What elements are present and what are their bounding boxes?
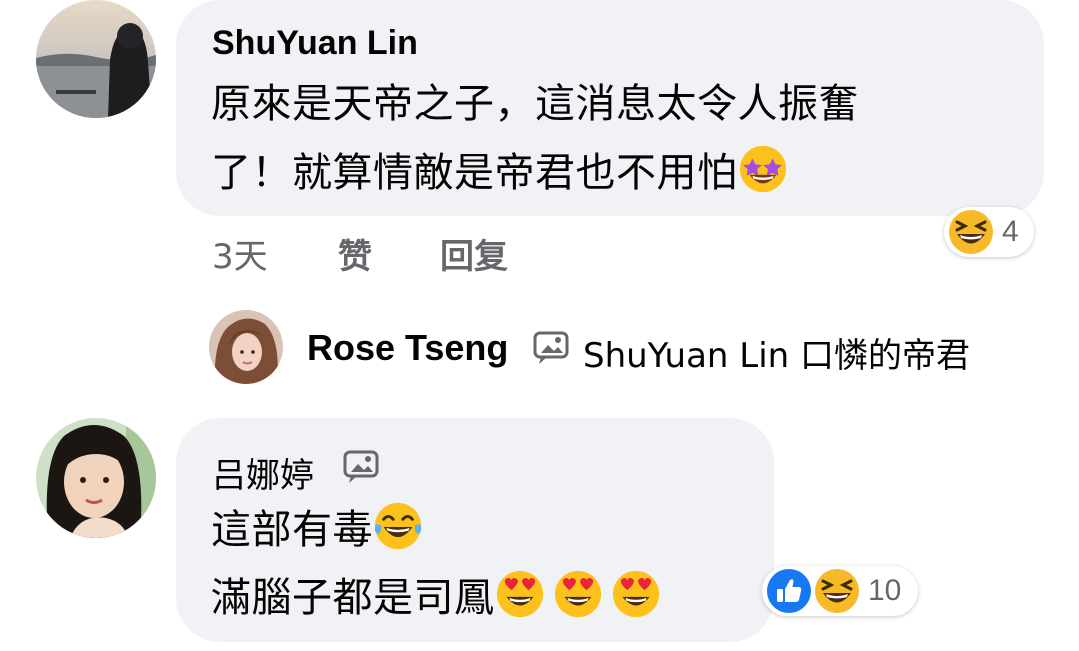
like-icon: [766, 568, 812, 614]
reply-preview-text[interactable]: ShuYuan Lin 口憐的帝君: [583, 328, 970, 377]
reply-button[interactable]: 回复: [440, 229, 508, 278]
comment-author[interactable]: 吕娜婷: [212, 448, 314, 497]
tears-of-joy-emoji: [373, 501, 423, 551]
comment-text-line: 滿腦子都是司鳳: [211, 568, 661, 628]
heart-eyes-emoji: [611, 569, 661, 619]
avatar-lu-nating[interactable]: [36, 418, 156, 538]
comment-text-line: 原來是天帝之子，這消息太令人振奮: [211, 74, 859, 134]
avatar-photo-rose: [209, 310, 283, 384]
reaction-count: 4: [1002, 215, 1019, 248]
reaction-summary[interactable]: 4: [944, 207, 1034, 257]
avatar-shuyuan-lin[interactable]: [36, 0, 156, 118]
reaction-count: 10: [868, 574, 902, 607]
heart-eyes-emoji: [495, 569, 545, 619]
laugh-emoji-icon: [948, 209, 994, 255]
heart-eyes-emoji: [553, 569, 603, 619]
laugh-emoji-icon: [814, 568, 860, 614]
photo-comment-icon: [533, 331, 571, 365]
comment-author[interactable]: ShuYuan Lin: [212, 24, 418, 63]
comment-text: 這部有毒: [211, 507, 373, 553]
reaction-summary[interactable]: 10: [762, 566, 918, 616]
comment-text: 了！就算情敵是帝君也不用怕: [211, 150, 738, 196]
comment-text: 滿腦子都是司鳳: [211, 575, 495, 621]
photo-comment-icon: [343, 450, 381, 484]
avatar-photo-girl: [36, 418, 156, 538]
star-struck-emoji: [738, 144, 788, 194]
comment-timestamp[interactable]: 3天: [212, 229, 268, 278]
avatar-photo-lake: [36, 0, 156, 118]
like-button[interactable]: 赞: [338, 229, 372, 278]
avatar-rose-tseng[interactable]: [209, 310, 283, 384]
comment-author-name: 吕娜婷: [212, 456, 314, 496]
reply-author[interactable]: Rose Tseng: [307, 327, 508, 369]
comment-text-line: 這部有毒: [211, 500, 423, 560]
comment-text: 原來是天帝之子，這消息太令人振奮: [211, 81, 859, 127]
comment-text-line: 了！就算情敵是帝君也不用怕: [211, 143, 788, 203]
